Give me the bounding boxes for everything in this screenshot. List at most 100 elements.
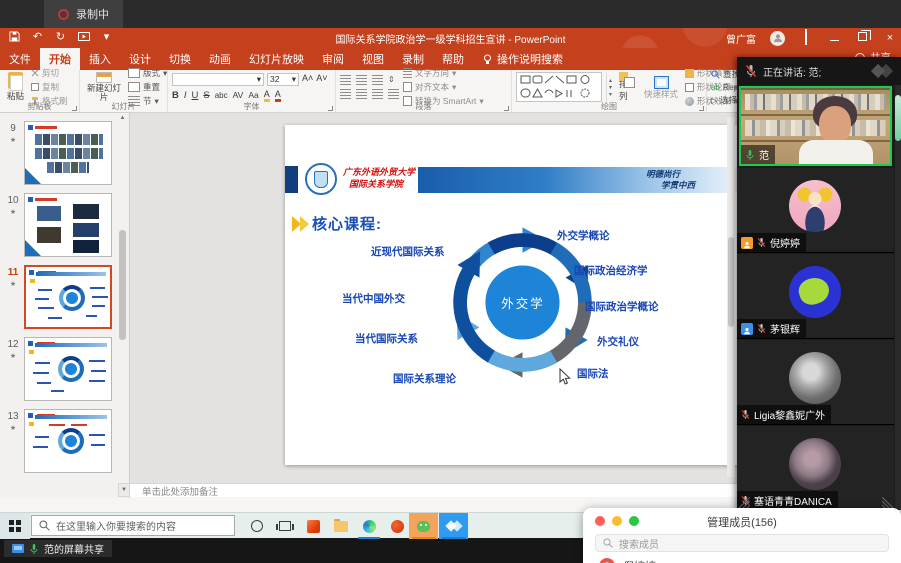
change-case-button[interactable]: Aa — [248, 90, 258, 100]
speaker-video-tile[interactable]: 范 — [739, 86, 892, 166]
quick-styles-button[interactable]: 快速样式 — [641, 72, 681, 102]
arrange-icon — [619, 72, 634, 77]
thumbnail-image — [24, 193, 112, 257]
panel-scrollbar[interactable] — [895, 85, 901, 510]
course-label: 国际关系理论 — [393, 371, 456, 386]
tab-review[interactable]: 审阅 — [313, 48, 353, 70]
indent-more-button[interactable] — [372, 75, 383, 85]
member-list-item[interactable]: 倪婷婷 — [599, 558, 656, 563]
restore-button[interactable] — [855, 32, 869, 44]
shadow-button[interactable]: abc — [215, 91, 228, 100]
task-view-icon — [279, 521, 291, 531]
underline-button[interactable]: U — [192, 90, 199, 101]
mic-muted-icon — [741, 409, 750, 420]
task-view-button[interactable] — [271, 513, 299, 539]
tab-insert[interactable]: 插入 — [80, 48, 120, 70]
participant-tile[interactable]: 倪婷婷 — [737, 168, 894, 253]
align-left-button[interactable] — [340, 89, 351, 99]
char-spacing-button[interactable]: AV — [233, 90, 244, 100]
powerpoint-app-button[interactable] — [383, 513, 411, 539]
copy-button[interactable]: 复制 — [31, 81, 68, 93]
tab-slideshow[interactable]: 幻灯片放映 — [240, 48, 313, 70]
participant-tile[interactable]: Ligia黎鑫妮广外 — [737, 340, 894, 425]
ribbon-display-options-button[interactable] — [799, 32, 813, 44]
thumbnail-scrollbar[interactable]: ▲ ▼ — [118, 115, 127, 495]
cut-button[interactable]: 剪切 — [31, 67, 68, 79]
replace-button[interactable]: abRep — [711, 82, 740, 92]
align-center-button[interactable] — [356, 89, 367, 99]
university-name: 广东外语外贸大学 国际关系学院 — [343, 166, 415, 190]
file-explorer-button[interactable] — [327, 513, 355, 539]
thumbnail-slide-11-selected[interactable]: 11 ★ — [2, 265, 129, 329]
drawing-dialog-launcher[interactable] — [699, 106, 704, 111]
new-slide-button[interactable]: 新建幻灯片 — [84, 72, 124, 102]
font-color-button[interactable]: A — [275, 89, 281, 102]
monitor-icon — [12, 544, 24, 553]
highlight-color-button[interactable]: A — [264, 89, 270, 102]
notes-placeholder: 单击此处添加备注 — [142, 484, 218, 498]
participant-tile[interactable]: 茅银辉 — [737, 254, 894, 339]
editor-scrollbar[interactable] — [727, 117, 735, 477]
font-size-combo[interactable]: 32▾ — [267, 73, 299, 86]
meeting-app-button[interactable] — [439, 513, 468, 539]
recording-indicator[interactable]: 录制中 — [44, 0, 123, 28]
paragraph-dialog-launcher[interactable] — [504, 106, 509, 111]
find-button[interactable]: 查找 — [711, 68, 740, 80]
italic-button[interactable]: I — [184, 90, 187, 101]
account-avatar[interactable] — [770, 31, 785, 46]
minimize-button[interactable] — [827, 32, 841, 44]
close-button[interactable]: × — [883, 32, 897, 44]
cortana-button[interactable] — [243, 513, 271, 539]
scroll-up-icon[interactable]: ▲ — [118, 115, 127, 121]
align-text-button[interactable]: 对齐文本 ▾ — [403, 81, 484, 93]
edge-browser-button[interactable] — [355, 513, 383, 539]
wechat-app-button[interactable] — [409, 513, 438, 539]
thumbnail-slide-12[interactable]: 12 ★ — [2, 337, 129, 401]
notes-collapse-button[interactable]: ▼ — [118, 483, 130, 497]
shapes-gallery-scroll[interactable]: ▴▾▾ — [606, 72, 612, 102]
participant-tile[interactable]: 塞语青青DANICA — [737, 426, 894, 510]
paste-button[interactable]: 粘贴 — [4, 72, 27, 102]
taskbar-search-input[interactable]: 在这里输入你要搜索的内容 — [31, 515, 235, 536]
layout-button[interactable]: 版式 ▾ — [128, 67, 167, 79]
scrollbar-thumb[interactable] — [119, 230, 126, 340]
text-direction-icon — [403, 68, 412, 78]
scrollbar-thumb[interactable] — [728, 237, 734, 327]
bullets-button[interactable] — [340, 75, 351, 85]
text-direction-button[interactable]: 文字方向 ▾ — [403, 67, 484, 79]
tab-view[interactable]: 视图 — [353, 48, 393, 70]
thumbnail-slide-13[interactable]: 13 ★ — [2, 409, 129, 473]
bold-button[interactable]: B — [172, 90, 179, 101]
align-text-icon — [403, 82, 412, 92]
screen-share-badge[interactable]: 范的屏幕共享 — [4, 540, 112, 557]
thumbnail-slide-10[interactable]: 10 ★ — [2, 193, 129, 257]
notes-area[interactable]: 单击此处添加备注 — [130, 483, 737, 497]
shapes-gallery[interactable] — [516, 72, 602, 102]
slide-canvas[interactable]: 广东外语外贸大学 国际关系学院 明德尚行 学贯中西 核心课程: — [285, 125, 737, 465]
strikethrough-button[interactable]: S — [203, 90, 209, 101]
reset-button[interactable]: 重置 — [128, 81, 167, 93]
member-search-input[interactable]: 搜索成员 — [595, 534, 889, 552]
font-dialog-launcher[interactable] — [328, 106, 333, 111]
panel-scrollbar-thumb[interactable] — [895, 95, 901, 141]
grow-font-button[interactable]: A˄ — [302, 73, 313, 86]
new-slide-icon — [96, 72, 112, 83]
numbering-button[interactable] — [356, 75, 367, 85]
tell-me-search[interactable]: 操作说明搜索 — [473, 48, 573, 70]
columns-button[interactable] — [388, 89, 399, 99]
align-right-button[interactable] — [372, 89, 383, 99]
select-button[interactable]: ▷选择 — [711, 94, 740, 106]
shrink-font-button[interactable]: A˅ — [316, 73, 327, 86]
animation-star-icon: ★ — [10, 424, 16, 432]
slide-number: 11 — [8, 267, 19, 278]
account-name[interactable]: 曾广富 — [726, 31, 756, 46]
tab-animations[interactable]: 动画 — [200, 48, 240, 70]
arrange-button[interactable]: 排列 — [616, 72, 637, 102]
line-spacing-button[interactable]: ⇕ — [388, 75, 395, 85]
clipboard-dialog-launcher[interactable] — [72, 106, 77, 111]
start-button[interactable] — [0, 513, 30, 539]
thumbnail-slide-9[interactable]: 9 ★ — [2, 121, 129, 185]
clipboard-group: 粘贴 剪切 复制 格式刷 剪贴板 — [0, 70, 80, 112]
font-name-combo[interactable]: ▾ — [172, 73, 264, 86]
office-app-button[interactable] — [299, 513, 327, 539]
